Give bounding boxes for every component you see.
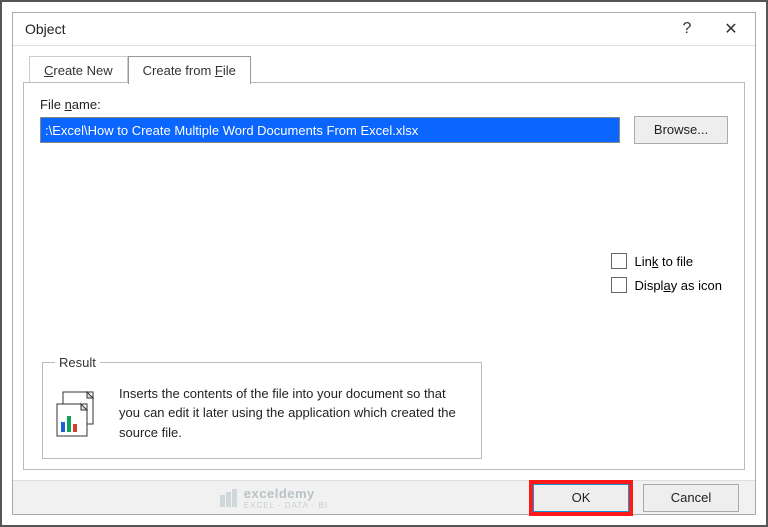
object-dialog: Object ? ✕ Create New Create from File F… — [12, 12, 756, 515]
ok-button[interactable]: OK — [533, 484, 629, 512]
watermark: exceldemy EXCEL · DATA · BI — [29, 486, 519, 510]
dialog-footer: exceldemy EXCEL · DATA · BI OK Cancel — [13, 480, 755, 514]
watermark-text: exceldemy — [244, 486, 315, 501]
watermark-subtext: EXCEL · DATA · BI — [244, 501, 328, 510]
result-text: Inserts the contents of the file into yo… — [119, 384, 469, 443]
checkbox-icon — [611, 253, 627, 269]
filename-label: File name: — [40, 97, 728, 112]
result-legend: Result — [55, 355, 100, 370]
browse-button[interactable]: Browse... — [634, 116, 728, 144]
link-to-file-label: Link to file — [635, 254, 694, 269]
display-as-icon-label: Display as icon — [635, 278, 722, 293]
cancel-button[interactable]: Cancel — [643, 484, 739, 512]
help-button[interactable]: ? — [665, 13, 709, 45]
link-to-file-checkbox[interactable]: Link to file — [611, 253, 722, 269]
tab-panel: File name: Browse... Link to file Displa… — [23, 82, 745, 470]
result-group: Result — [42, 355, 482, 460]
tabs: Create New Create from File — [23, 54, 745, 82]
tab-create-new-label: reate New — [53, 63, 112, 78]
titlebar: Object ? ✕ — [13, 13, 755, 46]
checkbox-icon — [611, 277, 627, 293]
close-button[interactable]: ✕ — [709, 13, 753, 45]
watermark-icon — [220, 489, 238, 507]
tab-create-new[interactable]: Create New — [29, 56, 128, 84]
dialog-title: Object — [25, 21, 665, 37]
embedded-object-icon — [55, 388, 107, 440]
filename-input[interactable] — [40, 117, 620, 143]
tab-create-from-file[interactable]: Create from File — [128, 56, 251, 84]
display-as-icon-checkbox[interactable]: Display as icon — [611, 277, 722, 293]
